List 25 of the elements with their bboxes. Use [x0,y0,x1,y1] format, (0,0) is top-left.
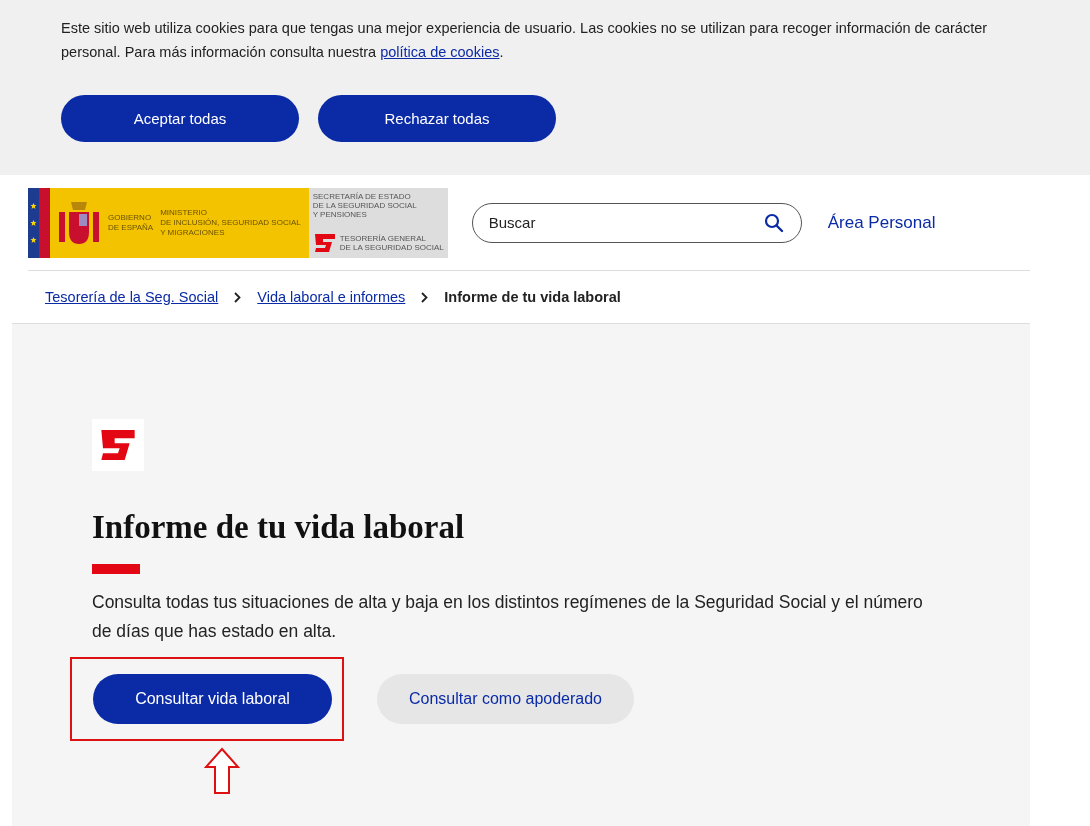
primary-button[interactable]: Consultar vida laboral [93,674,332,724]
page-title: Informe de tu vida laboral [92,509,466,546]
agency-logo-icon [312,231,337,254]
search-field[interactable]: Buscar [471,202,802,243]
title-underline [92,564,140,574]
breadcrumb-link[interactable]: Vida laboral e informes [257,289,406,305]
search-icon [763,212,784,233]
agency-logo-icon [92,419,144,471]
page-description: Consulta todas tus situaciones de alta y baja en los distintos regímenes de la Seguridad Social y el número de días que has estado en alta. [92,591,924,643]
eu-flag-stripe-icon [28,187,50,258]
breadcrumb-current: Informe de tu vida laboral [444,289,621,305]
cookie-policy-link[interactable]: política de cookies [380,44,500,60]
chevron-icon [234,291,242,303]
cookie-button[interactable]: Rechazar todas [318,95,556,142]
personal-area-link[interactable]: Área Personal [827,212,936,233]
cookie-button[interactable]: Aceptar todas [61,95,299,142]
up-arrow-icon [204,747,240,795]
secretariat-name: SECRETARÍA DE ESTADO DE LA SEGURIDAD SOCIAL Y PENSIONES [312,191,418,219]
agency-name: TESORERÍA GENERAL DE LA SEGURIDAD SOCIAL [339,233,444,252]
ministry-name: MINISTERIO DE INCLUSIÓN, SEGURIDAD SOCIAL Y MIGRACIONES [160,207,301,238]
government-name: GOBIERNO DE ESPAÑA [108,212,154,233]
chevron-icon [421,291,429,303]
breadcrumb-link[interactable]: Tesorería de la Seg. Social [45,289,219,305]
secondary-button[interactable]: Consultar como apoderado [377,674,634,724]
cookie-notice: Este sitio web utiliza cookies para que tengas una mejor experiencia de usuario. Las cookies no se utilizan para recoger información de carácter personal. Para más información consulta nuestra política de cookies. [61,19,989,62]
